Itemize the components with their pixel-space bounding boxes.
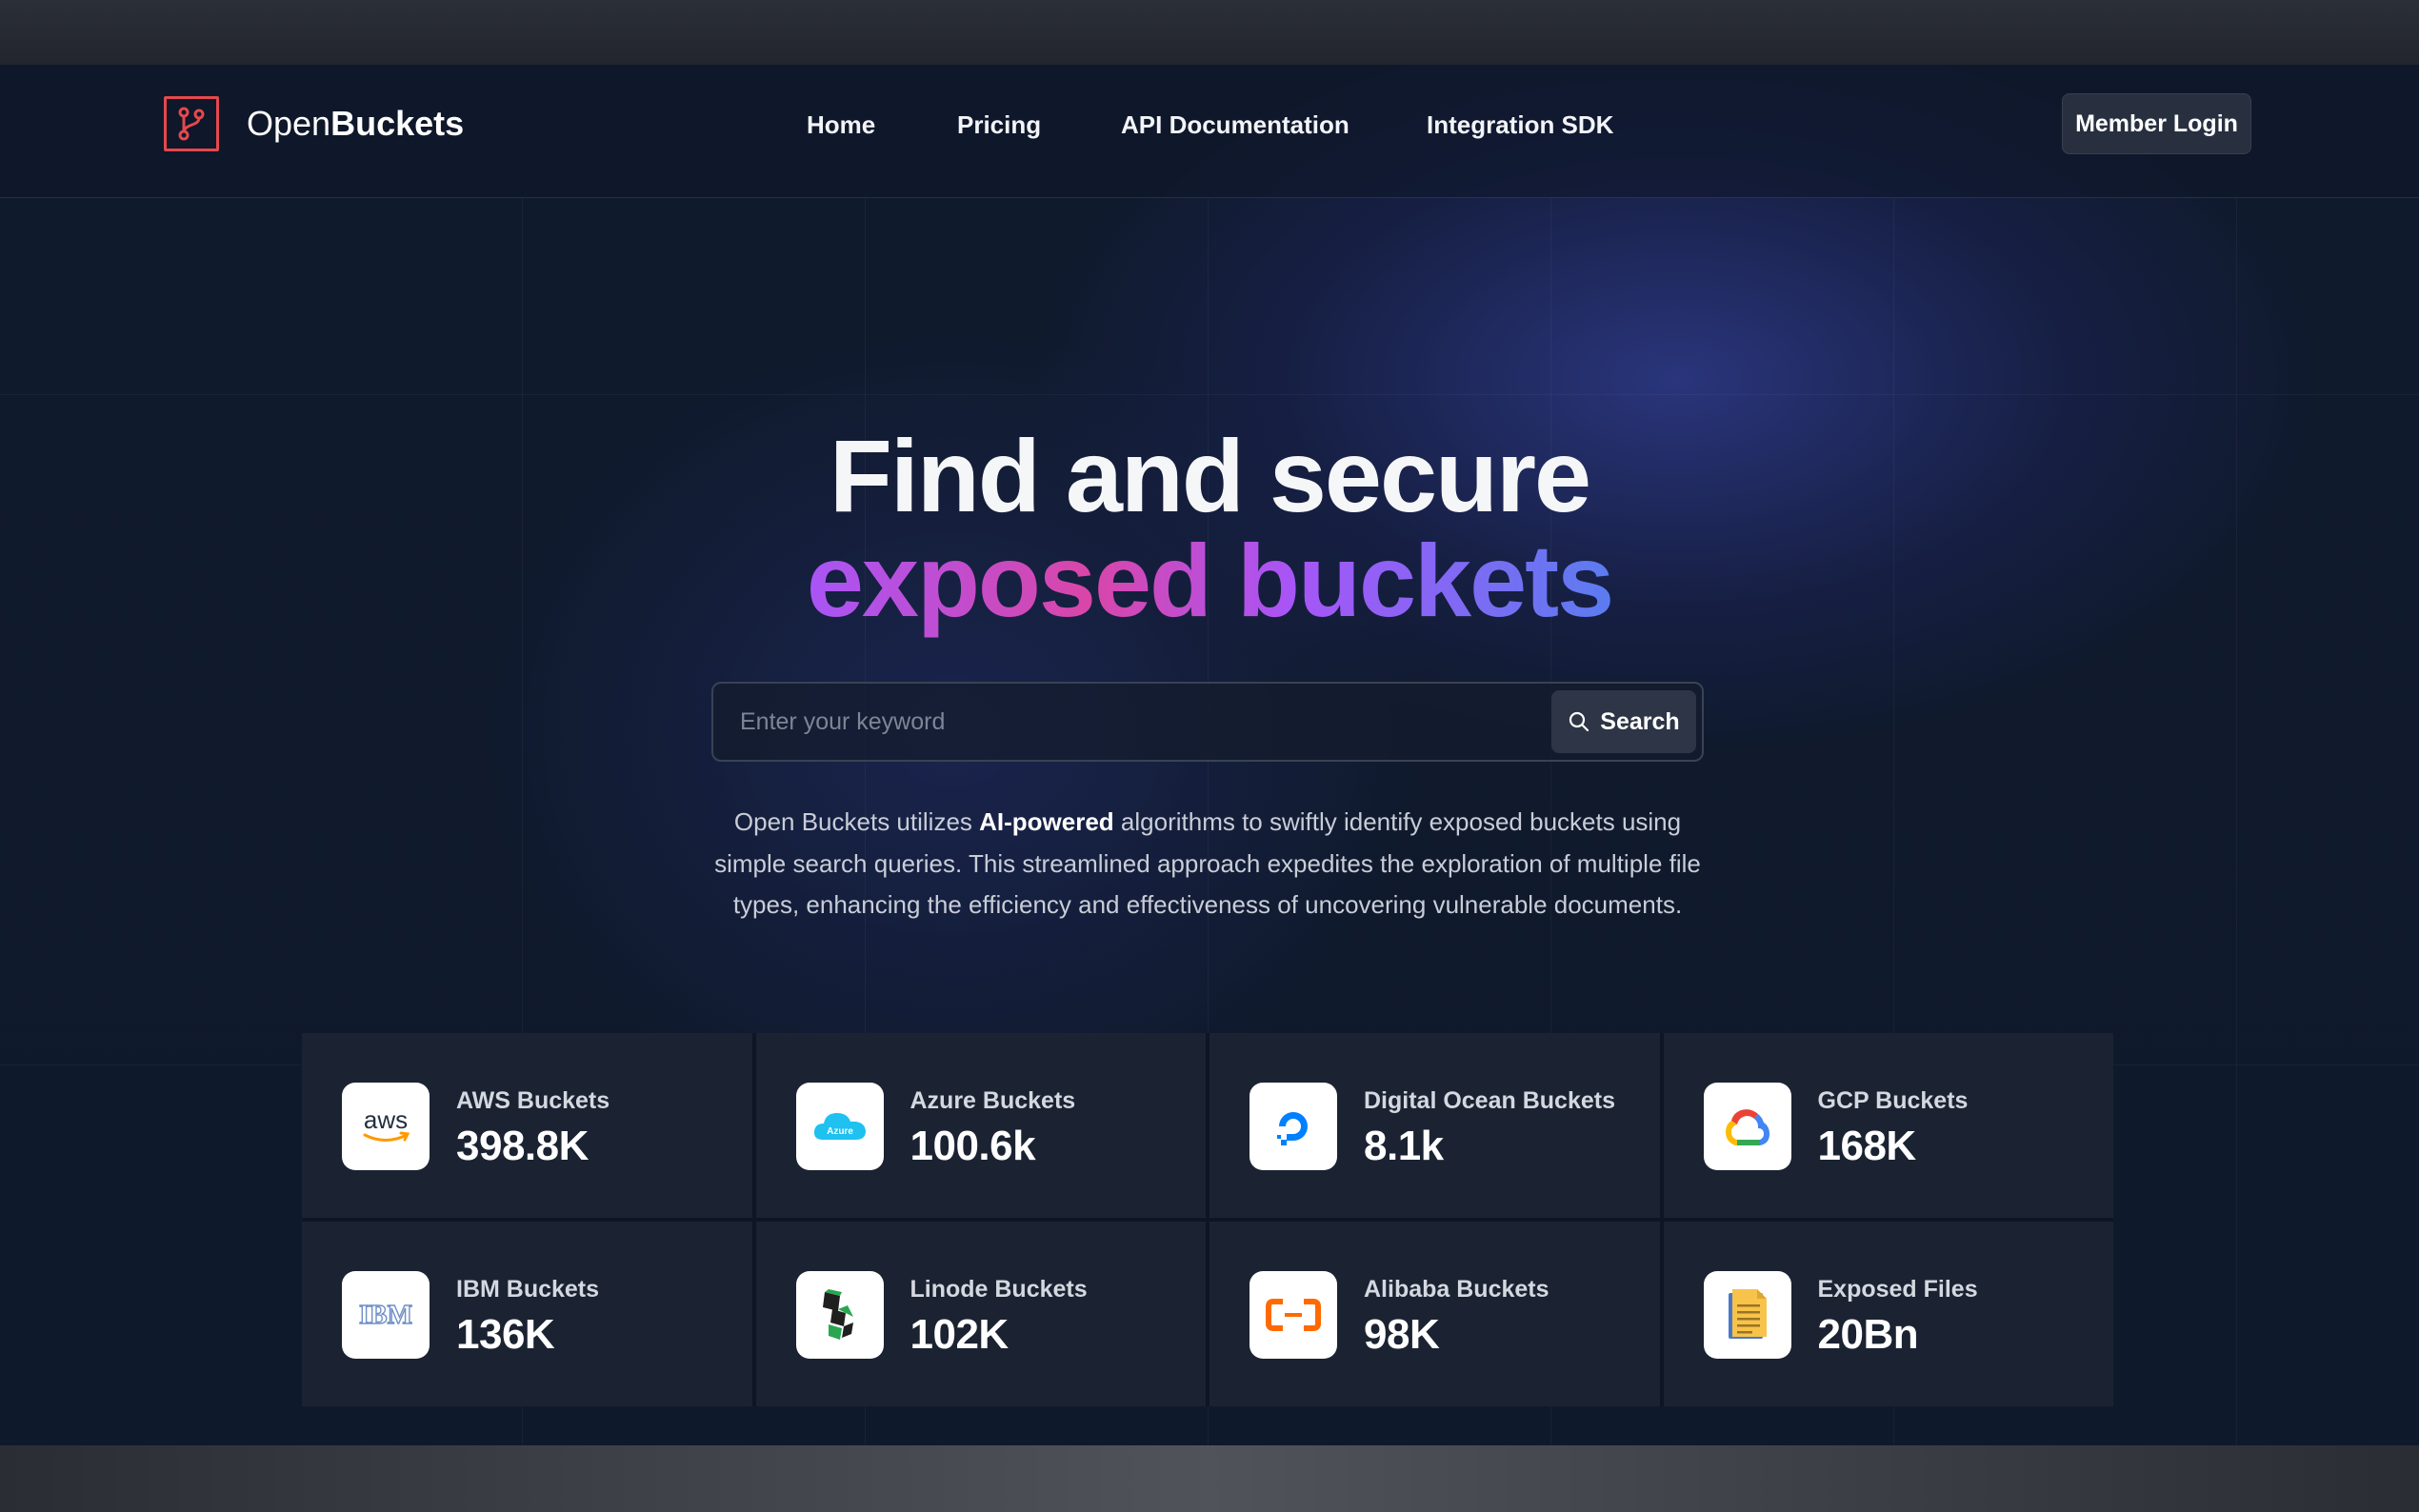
- stat-card-ibm[interactable]: IBM IBM Buckets 136K: [302, 1222, 752, 1406]
- brand-name-light: Open: [247, 104, 331, 143]
- browser-bottom-strip: [0, 1445, 2419, 1512]
- stat-value: 100.6k: [910, 1123, 1036, 1169]
- stat-card-digital-ocean[interactable]: Digital Ocean Buckets 8.1k: [1210, 1033, 1660, 1218]
- stat-card-linode[interactable]: Linode Buckets 102K: [755, 1222, 1206, 1406]
- hero-title-gradient-text: exposed buckets: [806, 523, 1614, 638]
- aws-icon-text: aws: [364, 1105, 408, 1134]
- aws-icon: aws: [342, 1083, 430, 1170]
- stat-card-aws[interactable]: aws AWS Buckets 398.8K: [302, 1033, 752, 1218]
- search-bar: Search: [711, 682, 1704, 762]
- top-navigation: OpenBuckets Home Pricing API Documentati…: [0, 65, 2419, 198]
- stat-value: 98K: [1364, 1311, 1440, 1358]
- nav-link-home[interactable]: Home: [807, 110, 875, 140]
- stat-value: 398.8K: [456, 1123, 589, 1169]
- hero-title-line1: Find and secure: [829, 418, 1591, 533]
- search-button-label: Search: [1600, 707, 1680, 735]
- stat-label: Digital Ocean Buckets: [1364, 1087, 1615, 1114]
- alibaba-icon: [1249, 1271, 1337, 1359]
- stat-card-alibaba[interactable]: Alibaba Buckets 98K: [1210, 1222, 1660, 1406]
- logo-icon[interactable]: [164, 96, 219, 151]
- stat-card-gcp[interactable]: GCP Buckets 168K: [1663, 1033, 2113, 1218]
- search-button[interactable]: Search: [1551, 690, 1696, 753]
- gcp-icon: [1703, 1083, 1791, 1170]
- member-login-button[interactable]: Member Login: [2062, 93, 2251, 154]
- stat-label: IBM Buckets: [456, 1276, 600, 1303]
- azure-icon-text: Azure: [827, 1126, 853, 1137]
- digital-ocean-icon: [1249, 1083, 1337, 1170]
- stat-value: 136K: [456, 1311, 555, 1358]
- document-icon: [1703, 1271, 1791, 1359]
- hero-description: Open Buckets utilizes AI-powered algorit…: [705, 802, 1710, 926]
- stat-label: Alibaba Buckets: [1364, 1276, 1549, 1303]
- browser-top-strip: [0, 0, 2419, 65]
- ibm-icon-text: IBM: [359, 1301, 412, 1329]
- description-bold: AI-powered: [979, 807, 1114, 836]
- stat-value: 102K: [910, 1311, 1010, 1358]
- stat-value: 8.1k: [1364, 1123, 1444, 1169]
- stat-label: GCP Buckets: [1817, 1087, 1969, 1114]
- brand-name-bold: Buckets: [330, 104, 465, 143]
- stat-label: Linode Buckets: [910, 1276, 1088, 1303]
- stat-value: 168K: [1817, 1123, 1917, 1169]
- stat-label: Azure Buckets: [910, 1087, 1076, 1114]
- stat-label: Exposed Files: [1817, 1276, 1978, 1303]
- hero-title-line2: exposed buckets: [0, 522, 2419, 640]
- stats-grid: aws AWS Buckets 398.8K Azure Azure Bucke…: [302, 1033, 2113, 1406]
- nav-link-pricing[interactable]: Pricing: [957, 110, 1041, 140]
- description-prefix: Open Buckets utilizes: [733, 807, 980, 836]
- search-input[interactable]: [740, 684, 1464, 760]
- linode-icon: [795, 1271, 884, 1359]
- stat-value: 20Bn: [1817, 1311, 1919, 1358]
- search-icon: [1569, 711, 1589, 732]
- brand-name[interactable]: OpenBuckets: [247, 103, 464, 145]
- ibm-icon: IBM: [342, 1271, 430, 1359]
- stat-card-exposed-files[interactable]: Exposed Files 20Bn: [1663, 1222, 2113, 1406]
- azure-icon: Azure: [795, 1083, 884, 1170]
- stat-card-azure[interactable]: Azure Azure Buckets 100.6k: [755, 1033, 1206, 1218]
- nav-link-api-documentation[interactable]: API Documentation: [1121, 110, 1349, 140]
- stat-label: AWS Buckets: [456, 1087, 610, 1114]
- nav-link-integration-sdk[interactable]: Integration SDK: [1427, 110, 1613, 140]
- page-frame: OpenBuckets Home Pricing API Documentati…: [0, 65, 2419, 1445]
